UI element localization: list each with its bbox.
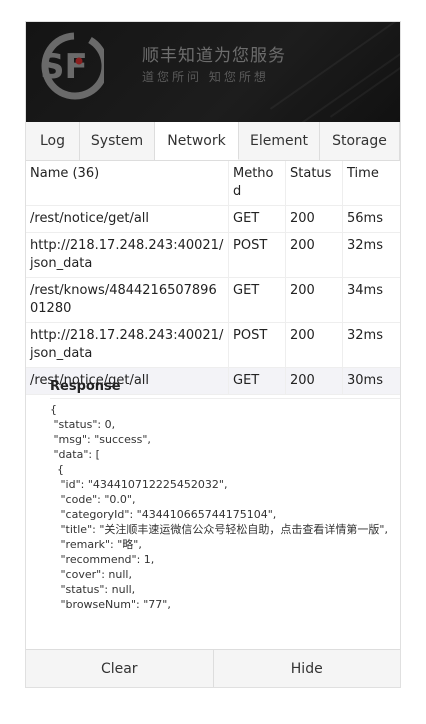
column-header-status: Status [286,161,343,205]
column-header-time: Time [347,166,379,181]
tab-system[interactable]: System [80,122,155,160]
response-panel[interactable]: Response { "status": 0, "msg": "success"… [50,376,400,629]
table-row[interactable]: http://218.17.248.243:40021/json_data PO… [26,323,400,368]
response-body: { "status": 0, "msg": "success", "data":… [50,403,388,611]
request-status: 200 [286,206,343,232]
response-title: Response [50,376,400,399]
svg-text:SF: SF [40,47,88,87]
request-time: 32ms [347,328,383,343]
table-header-row: Name (36) Method Status Time [26,161,400,206]
network-debug-panel: SF 顺丰知道为您服务 道您所问 知您所想 Log System Network… [25,21,401,688]
request-time: 56ms [347,211,383,226]
request-name: /rest/knows/484421650789601280 [26,278,229,322]
table-row[interactable]: /rest/knows/484421650789601280 GET 200 3… [26,278,400,323]
request-method: POST [229,233,286,277]
request-time: 32ms [347,238,383,253]
tab-element[interactable]: Element [239,122,320,160]
request-method: GET [229,278,286,322]
column-header-method: Method [229,161,286,205]
request-time: 34ms [347,283,383,298]
request-status: 200 [286,278,343,322]
devtools-tab-bar: Log System Network Element Storage [26,122,400,161]
request-status: 200 [286,233,343,277]
tab-log[interactable]: Log [26,122,80,160]
request-method: GET [229,206,286,232]
tab-storage[interactable]: Storage [320,122,400,160]
request-name: http://218.17.248.243:40021/json_data [26,323,229,367]
column-header-name: Name (36) [26,161,229,205]
request-name: /rest/notice/get/all [26,206,229,232]
table-row[interactable]: /rest/notice/get/all GET 200 56ms [26,206,400,233]
app-banner: SF 顺丰知道为您服务 道您所问 知您所想 [26,22,400,122]
request-name: http://218.17.248.243:40021/json_data [26,233,229,277]
tab-network[interactable]: Network [155,122,239,160]
footer-bar: Clear Hide [26,649,401,687]
network-request-table: Name (36) Method Status Time /rest/notic… [26,161,400,395]
hide-button[interactable]: Hide [214,650,401,687]
sf-logo-icon: SF [40,32,104,100]
request-method: POST [229,323,286,367]
banner-slogan: 顺丰知道为您服务 [142,46,286,66]
banner-subslogan: 道您所问 知您所想 [142,70,269,84]
request-status: 200 [286,323,343,367]
clear-button[interactable]: Clear [26,650,214,687]
table-row[interactable]: http://218.17.248.243:40021/json_data PO… [26,233,400,278]
